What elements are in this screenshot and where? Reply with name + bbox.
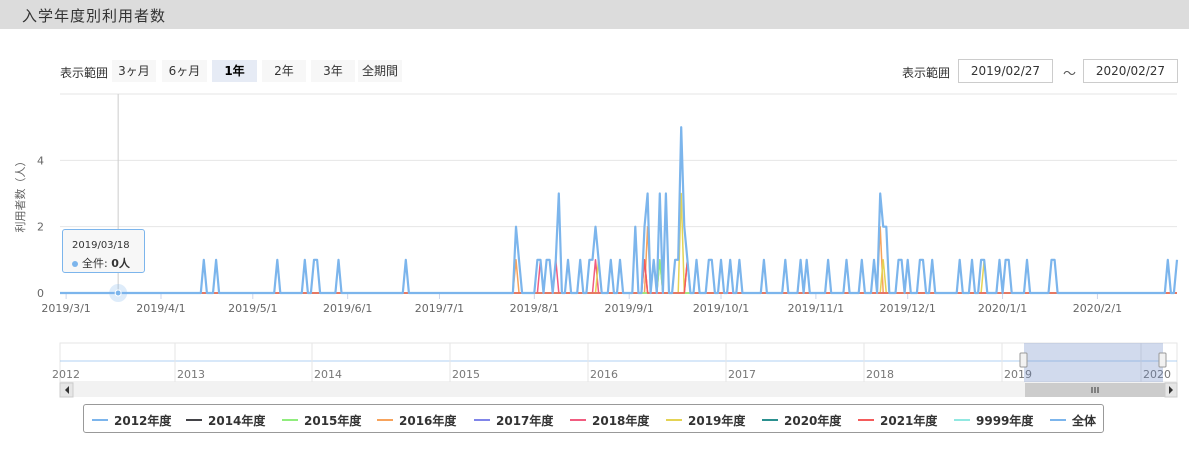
x-tick-label: 2019/9/1	[605, 302, 654, 315]
legend-swatch	[858, 418, 874, 421]
legend-label: 2015年度	[304, 414, 362, 428]
y-axis-title: 利用者数（人）	[14, 156, 27, 233]
legend-swatch	[666, 418, 682, 421]
navigator-year-label: 2018	[866, 368, 894, 381]
x-tick-label: 2019/11/1	[788, 302, 844, 315]
legend-swatch	[1050, 418, 1066, 421]
legend-swatch	[92, 418, 108, 421]
tooltip-value: 全件: 0人	[72, 255, 130, 271]
x-tick-label: 2019/8/1	[510, 302, 559, 315]
x-tick-label: 2019/4/1	[136, 302, 185, 315]
x-tick-label: 2019/10/1	[693, 302, 749, 315]
x-tick-label: 2019/6/1	[323, 302, 372, 315]
x-tick-label: 2019/12/1	[879, 302, 935, 315]
legend-swatch	[762, 418, 778, 421]
tooltip: 2019/03/18 全件: 0人	[62, 229, 145, 273]
navigator-year-label: 2017	[728, 368, 756, 381]
legend-swatch	[186, 418, 202, 421]
legend-item-2012年度[interactable]: 2012年度	[92, 412, 171, 429]
legend-item-2021年度[interactable]: 2021年度	[858, 412, 937, 429]
tooltip-series: 全件	[82, 257, 104, 270]
legend-label: 2016年度	[399, 414, 457, 428]
x-tick-label: 2019/5/1	[228, 302, 277, 315]
legend-item-2020年度[interactable]: 2020年度	[762, 412, 841, 429]
navigator-year-label: 2015	[452, 368, 480, 381]
legend-swatch	[570, 418, 586, 421]
tooltip-count: 0人	[111, 257, 130, 270]
legend-label: 2019年度	[688, 414, 746, 428]
scrollbar-track	[60, 383, 1177, 397]
legend-label: 2021年度	[880, 414, 938, 428]
legend-swatch	[954, 418, 970, 421]
legend-item-9999年度[interactable]: 9999年度	[954, 412, 1033, 429]
navigator-mask	[1024, 343, 1163, 382]
legend-item-2019年度[interactable]: 2019年度	[666, 412, 745, 429]
legend-label: 2018年度	[592, 414, 650, 428]
legend-item-全体[interactable]: 全体	[1050, 412, 1096, 429]
navigator-year-label: 2014	[314, 368, 342, 381]
tooltip-date: 2019/03/18	[72, 240, 130, 251]
y-tick-label: 0	[37, 287, 44, 300]
legend-label: 2020年度	[784, 414, 842, 428]
legend-swatch	[282, 418, 298, 421]
legend-swatch	[474, 418, 490, 421]
navigator-year-label: 2012	[52, 368, 80, 381]
legend-item-2015年度[interactable]: 2015年度	[282, 412, 361, 429]
legend-item-2018年度[interactable]: 2018年度	[570, 412, 649, 429]
series-line-全体	[60, 126, 1179, 295]
x-tick-label: 2019/7/1	[415, 302, 464, 315]
navigator-handle-right[interactable]	[1158, 352, 1167, 368]
legend-label: 2014年度	[208, 414, 266, 428]
legend-swatch	[377, 418, 393, 421]
navigator-year-label: 2013	[177, 368, 205, 381]
legend-label: 全体	[1072, 414, 1097, 428]
legend-label: 9999年度	[976, 414, 1034, 428]
legend-item-2017年度[interactable]: 2017年度	[474, 412, 553, 429]
legend: 2012年度 2014年度 2015年度 2016年度 2017年度 2018年度 2019…	[83, 404, 1104, 433]
x-tick-label: 2020/1/1	[978, 302, 1027, 315]
legend-label: 2012年度	[114, 414, 172, 428]
legend-label: 2017年度	[496, 414, 554, 428]
x-tick-label: 2019/3/1	[41, 302, 90, 315]
y-tick-label: 2	[37, 221, 44, 234]
y-tick-label: 4	[37, 154, 44, 167]
navigator-year-label: 2016	[590, 368, 618, 381]
navigator-handle-left[interactable]	[1019, 352, 1028, 368]
legend-item-2014年度[interactable]: 2014年度	[186, 412, 265, 429]
tooltip-marker	[72, 261, 78, 267]
legend-item-2016年度[interactable]: 2016年度	[377, 412, 456, 429]
hover-point	[114, 289, 122, 297]
x-tick-label: 2020/2/1	[1073, 302, 1122, 315]
chart-area: 0 2 4 利用者数（人） 2019/3/1 2019/4/1 2019/5/1 2019/6…	[14, 93, 1179, 398]
